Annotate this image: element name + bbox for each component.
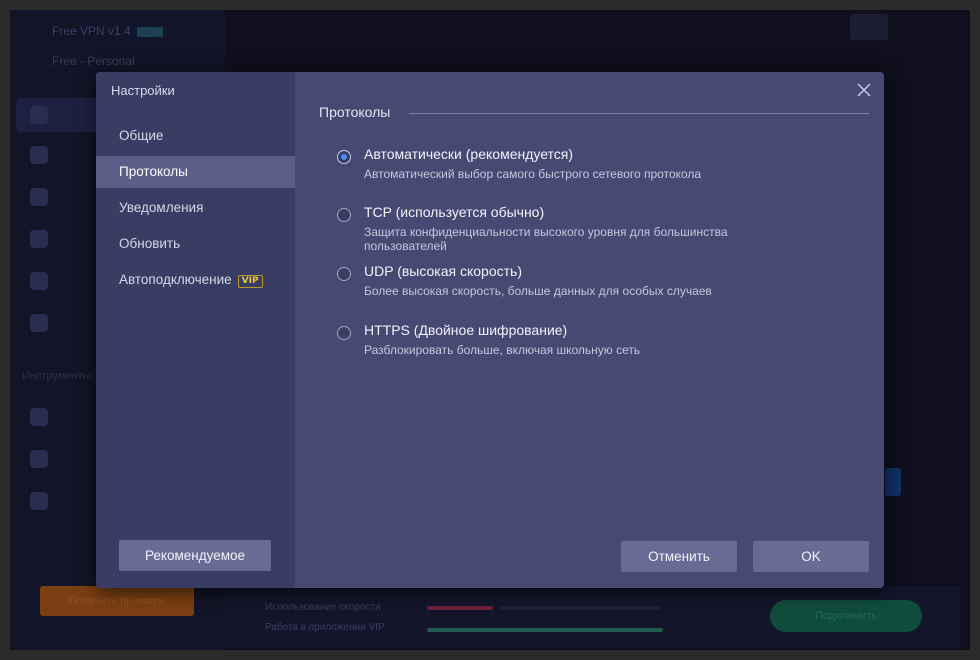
section-divider (409, 113, 869, 114)
instagram-icon (30, 146, 48, 164)
background-blue-element (885, 468, 901, 496)
sidebar-item-update[interactable]: Обновить (96, 228, 295, 260)
protocol-option-udp[interactable]: UDP (высокая скорость) Более высокая ско… (337, 263, 857, 303)
cancel-button[interactable]: Отменить (621, 541, 737, 572)
sidebar-item-label: Обновить (119, 236, 181, 251)
background-speed-label: Использование скорости (265, 602, 381, 613)
sidebar-item-general[interactable]: Общие (96, 120, 295, 152)
background-premium-button: Получить премиум (40, 586, 194, 616)
link-icon (30, 450, 48, 468)
sidebar-item-protocols[interactable]: Протоколы (96, 156, 295, 188)
protocol-description: Автоматический выбор самого быстрого сет… (364, 167, 702, 181)
radio-button[interactable] (337, 150, 351, 164)
background-menu-button (850, 14, 888, 40)
protocol-title: Автоматически (рекомендуется) (364, 146, 574, 162)
protocol-description: Более высокая скорость, больше данных дл… (364, 284, 712, 298)
dialog-title: Настройки (111, 83, 175, 98)
radio-button[interactable] (337, 208, 351, 222)
settings-dialog: Настройки Общие Протоколы Уведомления Об… (96, 72, 884, 588)
warning-icon (30, 188, 48, 206)
protocol-title: UDP (высокая скорость) (364, 263, 522, 279)
protocol-description: Защита конфиденциальности высокого уровн… (364, 225, 728, 253)
background-usage-bar (427, 628, 663, 632)
background-connect-button: Подключить (770, 600, 922, 632)
home-icon (30, 106, 48, 124)
sidebar-item-label: Протоколы (119, 164, 188, 179)
settings-sidebar: Настройки Общие Протоколы Уведомления Об… (96, 72, 295, 588)
protocol-description: Разблокировать больше, включая школьную … (364, 343, 641, 357)
sidebar-item-label: Общие (119, 128, 164, 143)
radio-button[interactable] (337, 267, 351, 281)
background-app-section-label: Инструменты (22, 370, 91, 382)
sidebar-item-label: Автоподключение (119, 272, 232, 287)
background-speed-track (500, 606, 660, 610)
section-title: Протоколы (319, 104, 391, 120)
video-icon (30, 230, 48, 248)
vip-badge: VIP (237, 275, 263, 288)
sidebar-item-autoconnect[interactable]: Автоподключение VIP (96, 264, 295, 296)
background-app-title-badge: VIP (136, 27, 164, 37)
sidebar-item-label: Уведомления (119, 200, 204, 215)
background-app-title: Free VPN v1.4 VIP (52, 24, 164, 38)
protocol-option-https[interactable]: HTTPS (Двойное шифрование) Разблокироват… (337, 322, 857, 362)
protocol-title: HTTPS (Двойное шифрование) (364, 322, 568, 338)
protocol-option-tcp[interactable]: TCP (используется обычно) Защита конфиде… (337, 204, 857, 254)
recommended-button[interactable]: Рекомендуемое (119, 540, 271, 571)
ok-button[interactable]: OK (753, 541, 869, 572)
radio-button[interactable] (337, 326, 351, 340)
background-status-bar: Использование скорости Работа в приложен… (225, 586, 960, 648)
sidebar-item-notifications[interactable]: Уведомления (96, 192, 295, 224)
music-icon (30, 272, 48, 290)
background-app-mode: Free - Personal (52, 54, 135, 68)
gear-icon (30, 408, 48, 426)
background-app-title-text: Free VPN v1.4 (52, 24, 131, 38)
close-icon (857, 83, 871, 97)
protocol-option-auto[interactable]: Автоматически (рекомендуется) Автоматиче… (337, 146, 857, 186)
protocol-title: TCP (используется обычно) (364, 204, 545, 220)
grid-icon (30, 492, 48, 510)
background-usage-label: Работа в приложении VIP (265, 622, 385, 633)
gamepad-icon (30, 314, 48, 332)
background-speed-bar (427, 606, 493, 610)
close-button[interactable] (852, 78, 876, 102)
